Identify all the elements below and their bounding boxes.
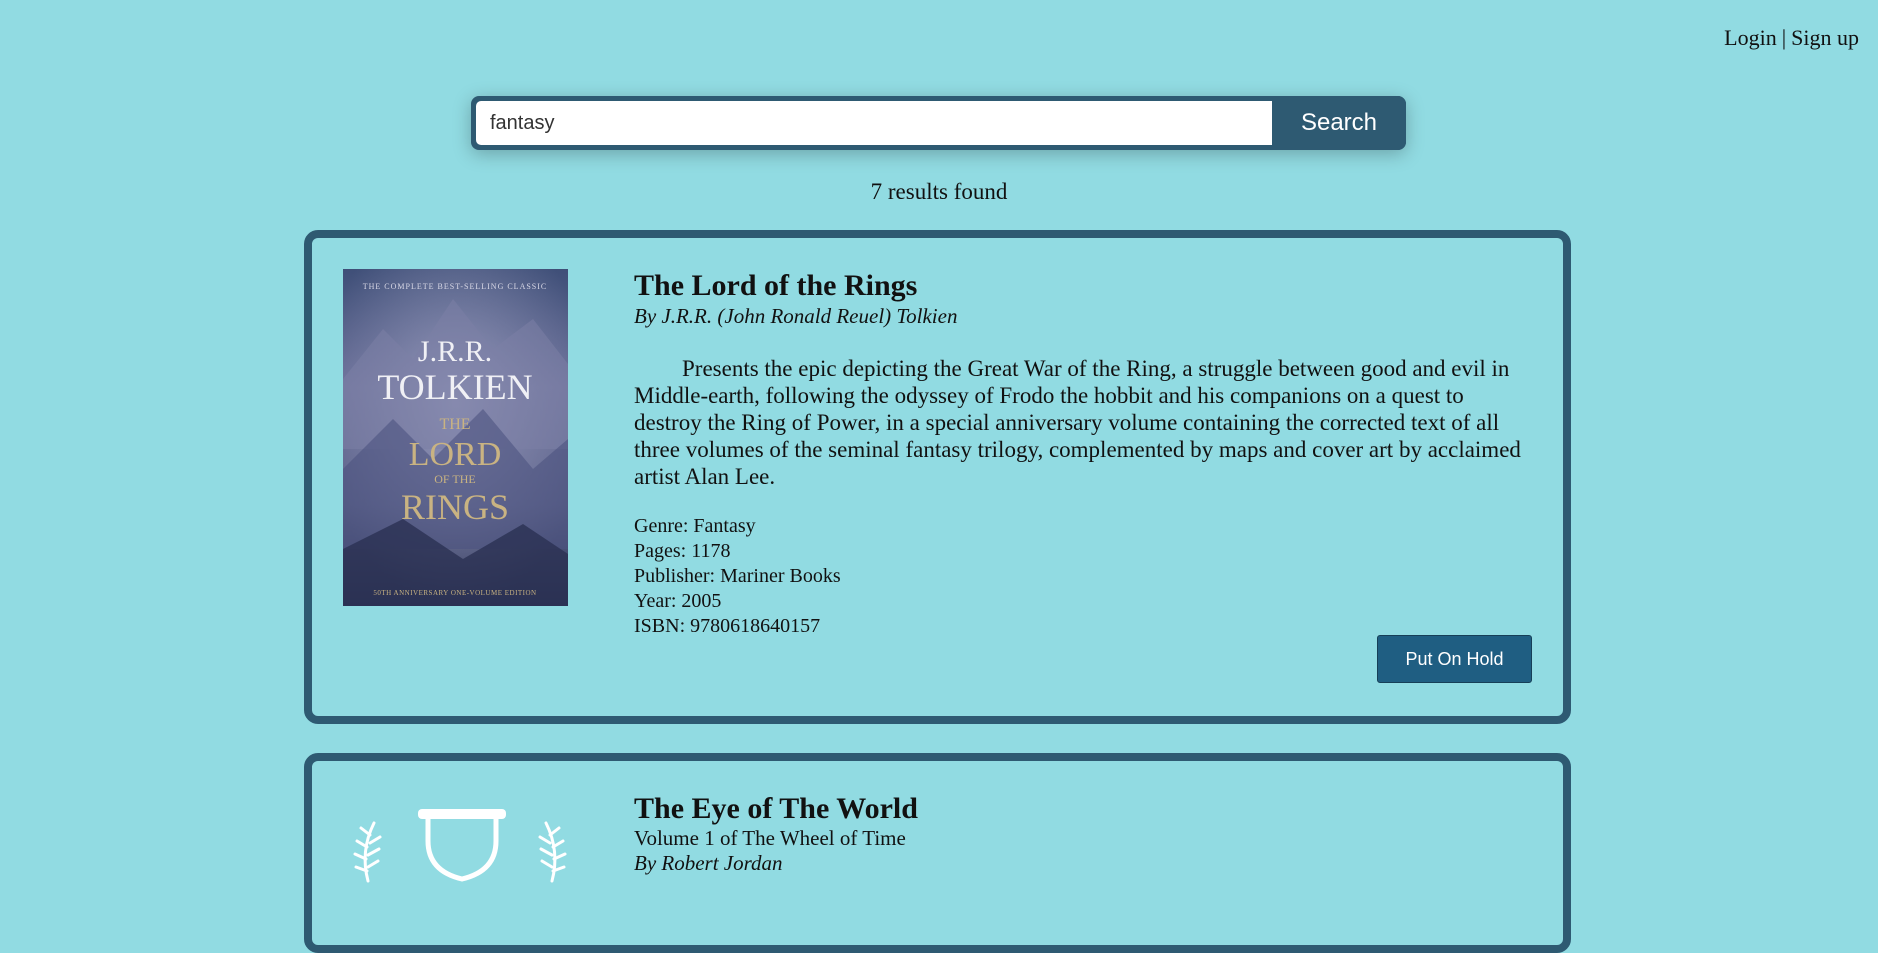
search-input[interactable] (476, 101, 1272, 145)
book-year: Year: 2005 (634, 590, 722, 612)
cover-author-line2: TOLKIEN (377, 367, 532, 407)
book-info: The Lord of the Rings By J.R.R. (John Ro… (634, 269, 1524, 639)
signup-link[interactable]: Sign up (1791, 25, 1859, 50)
results-count: 7 results found (870, 179, 1008, 204)
search-button[interactable]: Search (1272, 96, 1406, 150)
book-pages: Pages: 1178 (634, 540, 731, 562)
book-series: Volume 1 of The Wheel of Time (634, 826, 906, 850)
hourglass-laurel-icon (353, 809, 567, 883)
auth-links: Login | Sign up (1724, 25, 1859, 51)
book-card: The Eye of The World Volume 1 of The Whe… (304, 753, 1571, 953)
cover-title-line2: LORD (409, 436, 502, 473)
book-title: The Eye of The World (634, 792, 918, 825)
book-author: By J.R.R. (John Ronald Reuel) Tolkien (634, 304, 958, 328)
cover-title-line4: RINGS (401, 487, 509, 527)
cover-top-text: THE COMPLETE BEST-SELLING CLASSIC (363, 282, 548, 291)
book-cover: THE COMPLETE BEST-SELLING CLASSIC J.R.R.… (343, 269, 568, 606)
book-card: THE COMPLETE BEST-SELLING CLASSIC J.R.R.… (304, 230, 1571, 724)
book-publisher: Publisher: Mariner Books (634, 565, 841, 587)
put-on-hold-button[interactable]: Put On Hold (1377, 635, 1532, 683)
auth-separator: | (1781, 25, 1787, 50)
search-bar: Search (471, 96, 1406, 150)
book-author: By Robert Jordan (634, 851, 783, 875)
book-cover-image: THE COMPLETE BEST-SELLING CLASSIC J.R.R.… (343, 269, 568, 606)
cover-bottom-text: 50TH ANNIVERSARY ONE-VOLUME EDITION (373, 589, 536, 597)
book-info: The Eye of The World Volume 1 of The Whe… (634, 792, 1524, 876)
cover-title-line1: THE (439, 416, 470, 433)
cover-title-line3: OF THE (434, 472, 475, 486)
book-cover (340, 801, 580, 921)
login-link[interactable]: Login (1724, 25, 1777, 50)
cover-author-line1: J.R.R. (418, 335, 492, 368)
book-meta: Genre: Fantasy Pages: 1178 Publisher: Ma… (634, 514, 1524, 639)
book-title: The Lord of the Rings (634, 269, 918, 302)
book-genre: Genre: Fantasy (634, 515, 756, 537)
book-description: Presents the epic depicting the Great Wa… (634, 356, 1521, 489)
